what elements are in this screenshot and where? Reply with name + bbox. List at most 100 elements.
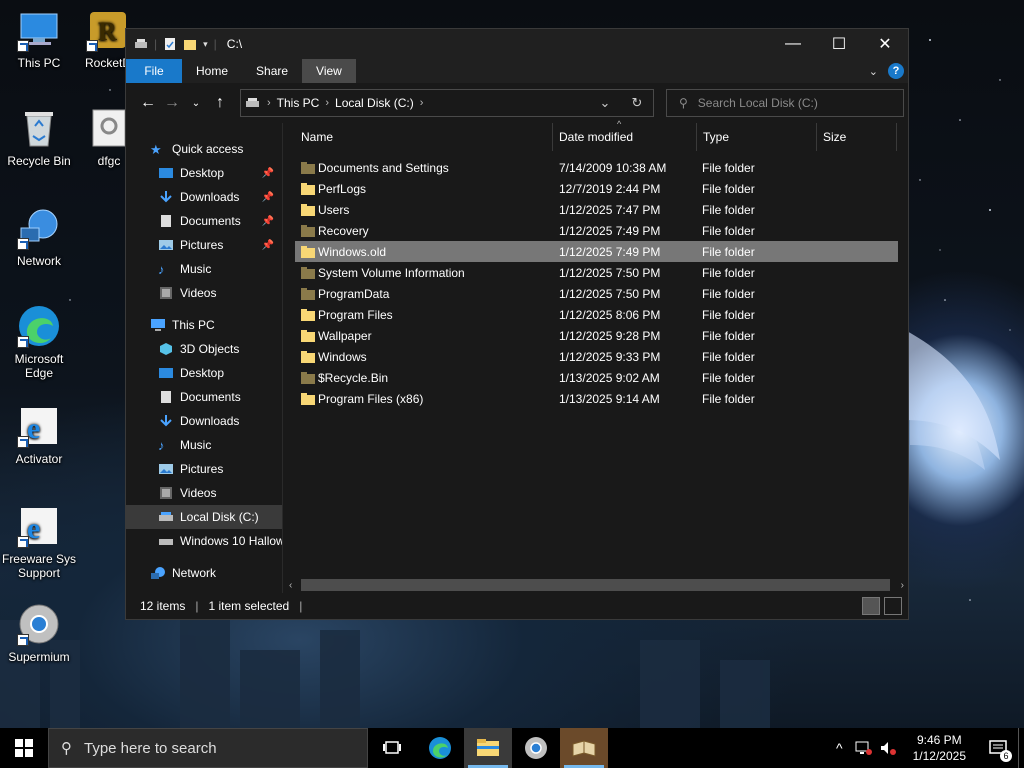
quick-access-dropdown-icon[interactable]: ▾ (203, 39, 208, 50)
desktop-icon-label: Supermium (8, 650, 70, 664)
expand-ribbon-icon[interactable]: ⌄ (869, 65, 878, 78)
refresh-icon[interactable]: ↻ (621, 95, 653, 111)
address-bar[interactable]: › This PC › Local Disk (C:) › ⌄ ↻ (240, 89, 654, 117)
nav-documents[interactable]: Documents 📌 (126, 209, 282, 233)
taskbar-app-book[interactable] (560, 728, 608, 768)
tab-file[interactable]: File (126, 59, 182, 83)
tab-view[interactable]: View (302, 59, 356, 83)
nav-music[interactable]: ♪ Music (126, 257, 282, 281)
close-button[interactable]: ✕ (862, 29, 908, 59)
start-button[interactable] (0, 728, 48, 768)
nav-downloads[interactable]: Downloads 📌 (126, 185, 282, 209)
scrollbar-thumb[interactable] (301, 579, 890, 591)
nav-windows-10-hallow[interactable]: Windows 10 Hallow (126, 529, 282, 553)
horizontal-scrollbar[interactable]: ‹ › (287, 577, 908, 593)
nav-network[interactable]: Network (126, 561, 282, 585)
network-status-icon[interactable] (855, 740, 873, 756)
show-desktop-button[interactable] (1018, 728, 1024, 768)
tab-share[interactable]: Share (242, 59, 302, 83)
table-row[interactable]: Users 1/12/2025 7:47 PM File folder (295, 199, 898, 220)
chevron-right-icon[interactable]: › (325, 97, 329, 109)
volume-muted-icon[interactable] (879, 740, 897, 756)
documents-icon (161, 391, 171, 403)
large-icons-view-icon[interactable] (884, 597, 902, 615)
column-header-type[interactable]: Type (697, 123, 817, 151)
table-row[interactable]: Program Files 1/12/2025 8:06 PM File folde… (295, 304, 898, 325)
recent-locations-icon[interactable]: ⌄ (184, 91, 208, 115)
taskbar-search[interactable]: ⚲ Type here to search (48, 728, 368, 768)
desktop-icon-network[interactable]: Network (0, 206, 78, 268)
nav-quick-access[interactable]: ★ Quick access (126, 137, 282, 161)
nav-3d-objects[interactable]: 3D Objects (126, 337, 282, 361)
desktop-icon-recycle-bin[interactable]: Recycle Bin (0, 106, 78, 168)
breadcrumb-this-pc[interactable]: This PC (277, 96, 320, 110)
task-view-button[interactable] (368, 728, 416, 768)
table-row[interactable]: Windows 1/12/2025 9:33 PM File folder (295, 346, 898, 367)
nav-pictures[interactable]: Pictures 📌 (126, 233, 282, 257)
computer-icon (151, 319, 165, 331)
ribbon-tabs: File Home Share View ⌄ ? (126, 59, 908, 83)
back-arrow-icon[interactable]: ← (136, 91, 160, 115)
nav-pc-pictures[interactable]: Pictures (126, 457, 282, 481)
action-center-button[interactable]: 6 (978, 728, 1018, 768)
taskbar-supermium[interactable] (512, 728, 560, 768)
nav-label: 3D Objects (180, 342, 240, 356)
help-icon[interactable]: ? (888, 63, 904, 79)
folder-icon (301, 224, 315, 237)
show-hidden-icons-icon[interactable]: ^ (836, 740, 843, 756)
nav-videos[interactable]: Videos (126, 281, 282, 305)
desktop-icon-supermium[interactable]: Supermium (0, 602, 78, 664)
scroll-right-icon[interactable]: › (901, 580, 904, 591)
scroll-left-icon[interactable]: ‹ (289, 580, 292, 591)
nav-this-pc[interactable]: This PC (126, 313, 282, 337)
nav-pc-music[interactable]: ♪ Music (126, 433, 282, 457)
nav-pc-downloads[interactable]: Downloads (126, 409, 282, 433)
table-row[interactable]: System Volume Information 1/12/2025 7:50 … (295, 262, 898, 283)
table-row[interactable]: ProgramData 1/12/2025 7:50 PM File folder (295, 283, 898, 304)
forward-arrow-icon[interactable]: → (160, 91, 184, 115)
file-name: Documents and Settings (318, 160, 449, 175)
maximize-button[interactable]: ☐ (816, 29, 862, 59)
table-row[interactable]: Documents and Settings 7/14/2009 10:38 AM… (295, 157, 898, 178)
new-folder-icon[interactable] (183, 37, 197, 51)
table-row[interactable]: Wallpaper 1/12/2025 9:28 PM File folder (295, 325, 898, 346)
file-type: File folder (702, 349, 755, 364)
desktop-icon-activator[interactable]: e Activator (0, 404, 78, 466)
nav-pc-documents[interactable]: Documents (126, 385, 282, 409)
table-row[interactable]: PerfLogs 12/7/2019 2:44 PM File folder (295, 178, 898, 199)
chevron-right-icon[interactable]: › (267, 97, 271, 109)
nav-label: Videos (180, 286, 217, 300)
chevron-right-icon[interactable]: › (420, 97, 424, 109)
nav-desktop[interactable]: Desktop 📌 (126, 161, 282, 185)
window-title: C:\ (226, 37, 243, 51)
taskbar-edge[interactable] (416, 728, 464, 768)
clock[interactable]: 9:46 PM 1/12/2025 (913, 732, 966, 764)
up-arrow-icon[interactable]: ↑ (208, 91, 232, 115)
file-name: Recovery (318, 223, 369, 238)
nav-local-disk[interactable]: Local Disk (C:) (126, 505, 282, 529)
column-header-name[interactable]: Name (295, 123, 553, 151)
desktop-icon-freeware[interactable]: e Freeware Sys Support (0, 504, 78, 580)
nav-pc-desktop[interactable]: Desktop (126, 361, 282, 385)
search-box[interactable]: ⚲ Search Local Disk (C:) (666, 89, 904, 117)
folder-icon (301, 329, 315, 342)
minimize-button[interactable]: — (770, 29, 816, 59)
file-name: System Volume Information (318, 265, 465, 280)
properties-icon[interactable] (163, 37, 177, 51)
tab-home[interactable]: Home (182, 59, 242, 83)
desktop-icon-this-pc[interactable]: This PC (0, 8, 78, 70)
address-dropdown-icon[interactable]: ⌄ (589, 95, 621, 111)
table-row[interactable]: Recovery 1/12/2025 7:49 PM File folder (295, 220, 898, 241)
nav-label: Desktop (180, 166, 225, 180)
column-header-size[interactable]: Size (817, 123, 897, 151)
column-header-date[interactable]: Date modified (553, 123, 697, 151)
table-row[interactable]: $Recycle.Bin 1/13/2025 9:02 AM File folder (295, 367, 898, 388)
taskbar-file-explorer[interactable] (464, 728, 512, 768)
details-view-icon[interactable] (862, 597, 880, 615)
desktop-icon-edge[interactable]: Microsoft Edge (0, 304, 78, 380)
desktop-folder-icon (159, 368, 173, 378)
nav-pc-videos[interactable]: Videos (126, 481, 282, 505)
table-row[interactable]: Program Files (x86) 1/13/2025 9:14 AM File… (295, 388, 898, 409)
breadcrumb-local-disk[interactable]: Local Disk (C:) (335, 96, 414, 110)
table-row[interactable]: Windows.old 1/12/2025 7:49 PM File folder (295, 241, 898, 262)
